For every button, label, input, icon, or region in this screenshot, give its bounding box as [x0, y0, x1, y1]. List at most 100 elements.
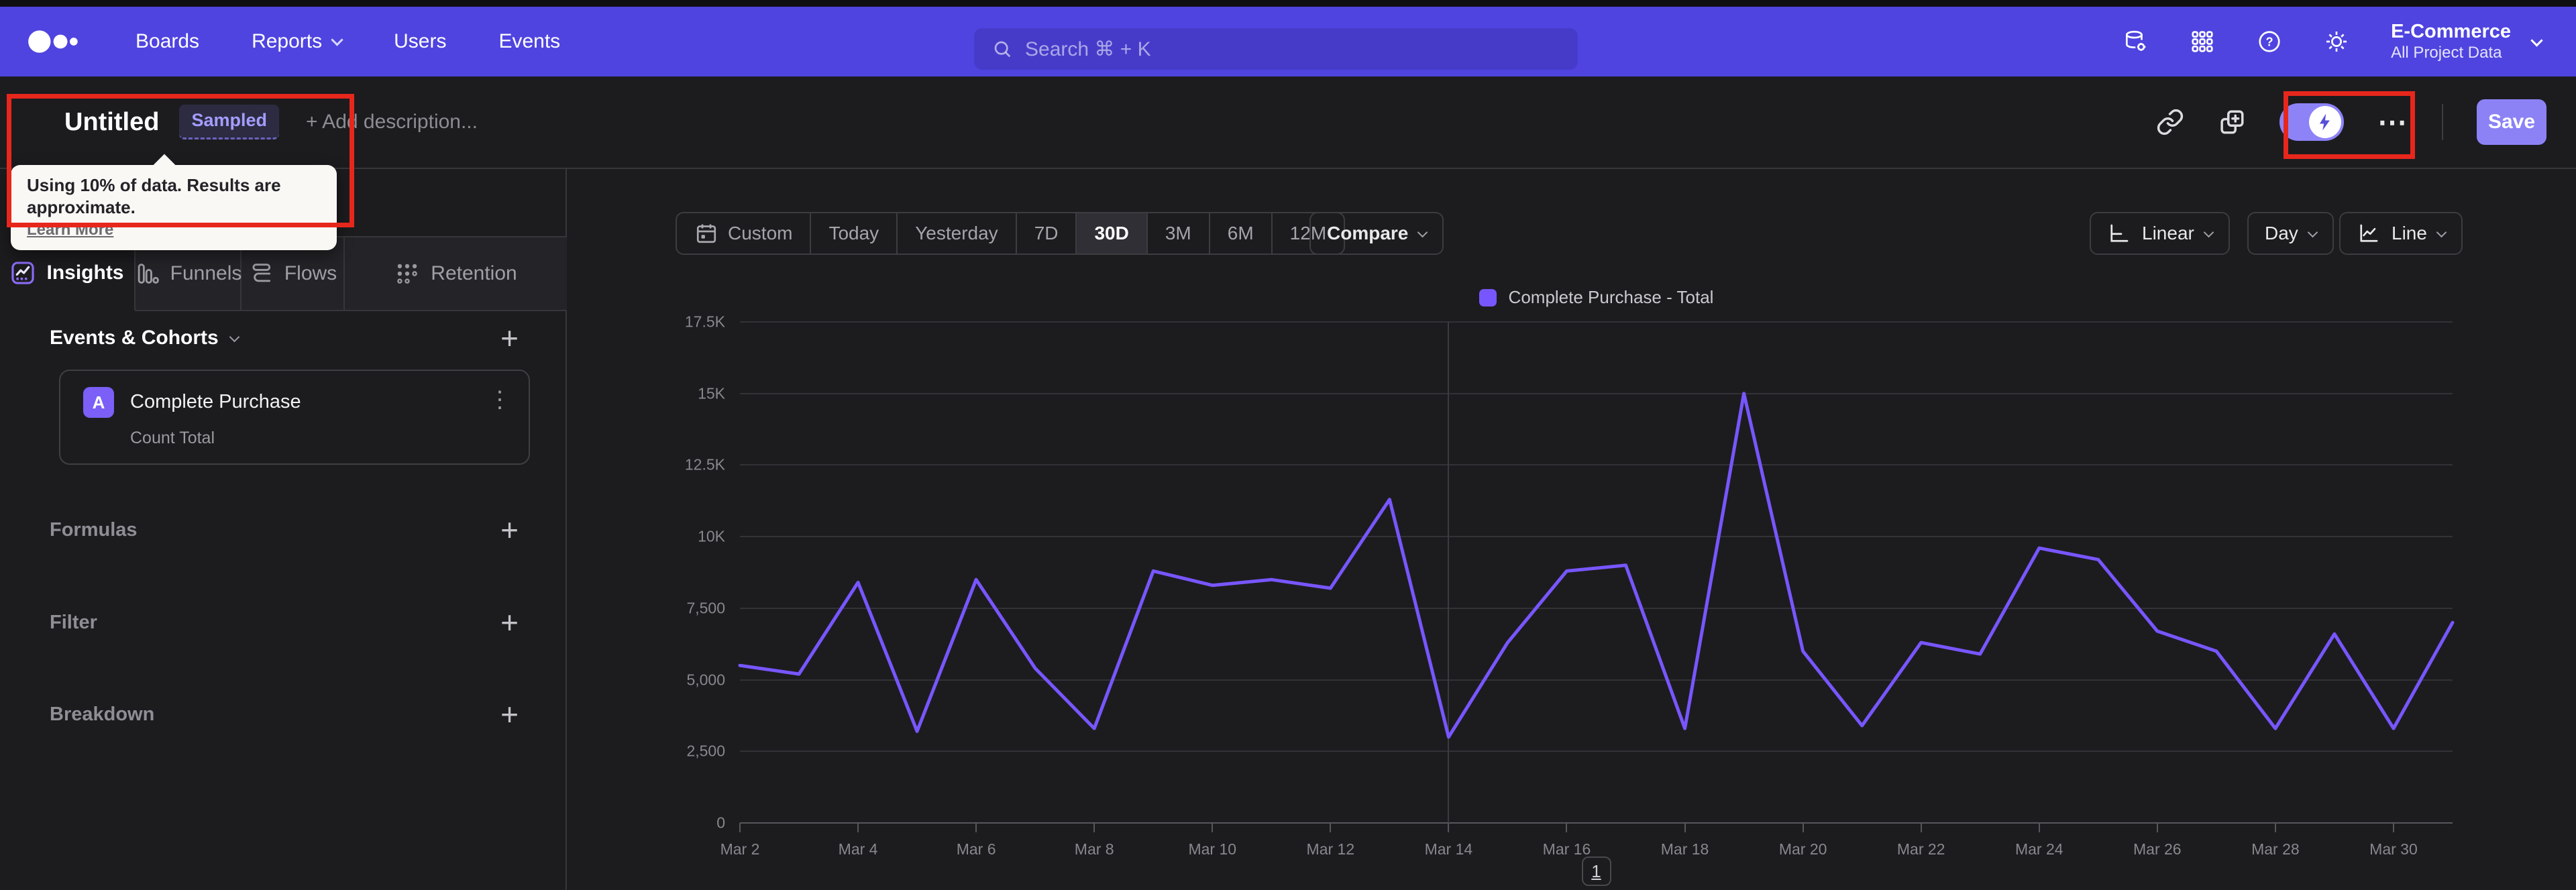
settings-gear-icon[interactable] [2324, 29, 2349, 54]
y-tick-label: 5,000 [686, 671, 725, 689]
sampling-toggle[interactable] [2279, 103, 2344, 141]
x-tick [1212, 823, 1214, 832]
range-6m[interactable]: 6M [1208, 213, 1271, 254]
events-cohorts-title[interactable]: Events & Cohorts [50, 327, 239, 349]
tab-retention[interactable]: Retention [345, 236, 567, 311]
search-input[interactable]: Search ⌘ + K [974, 28, 1578, 70]
toolbar-divider [2442, 104, 2443, 140]
formulas-label: Formulas [50, 518, 138, 541]
x-tick [1330, 823, 1332, 832]
save-button[interactable]: Save [2477, 99, 2546, 145]
svg-text:?: ? [2266, 36, 2273, 49]
primary-nav: Boards Reports Users Events [136, 30, 560, 53]
add-breakdown-button[interactable]: + [500, 699, 519, 730]
nav-item-events[interactable]: Events [498, 30, 560, 53]
line-chart-icon [2357, 221, 2381, 245]
logo-dots-icon [28, 30, 78, 53]
chevron-down-icon [2530, 34, 2543, 47]
more-options-button[interactable]: ⋯ [2377, 105, 2408, 140]
date-range-control: Custom Today Yesterday 7D 30D 3M 6M 12M [676, 212, 1346, 255]
y-tick-label: 0 [716, 814, 725, 832]
compare-label: Compare [1327, 223, 1409, 243]
nav-item-users[interactable]: Users [394, 30, 446, 53]
tab-label: Funnels [170, 262, 242, 284]
project-block: E-Commerce All Project Data [2391, 20, 2511, 63]
add-description-button[interactable]: + Add description... [306, 111, 478, 133]
report-title[interactable]: Untitled [64, 108, 159, 137]
filter-section: Filter + [50, 606, 519, 638]
pagination-page-1[interactable]: 1 [1581, 856, 1611, 886]
x-tick [739, 823, 741, 832]
x-tick [1802, 823, 1804, 832]
range-30d[interactable]: 30D [1075, 213, 1146, 254]
interval-dropdown[interactable]: Day [2247, 212, 2334, 255]
chart-type-dropdown[interactable]: Line [2339, 212, 2463, 255]
chart-panel: Custom Today Yesterday 7D 30D 3M 6M 12M … [567, 169, 2576, 890]
y-tick-label: 10K [698, 527, 725, 545]
x-tick [2038, 823, 2040, 832]
x-tick [975, 823, 977, 832]
mixpanel-logo[interactable] [25, 27, 93, 56]
legend-label: Complete Purchase - Total [1508, 287, 1714, 307]
sampled-badge[interactable]: Sampled [179, 105, 279, 140]
x-tick [1093, 823, 1095, 832]
nav-item-boards[interactable]: Boards [136, 30, 199, 53]
x-tick-label: Mar 14 [1424, 840, 1473, 858]
range-today[interactable]: Today [810, 213, 896, 254]
event-card[interactable]: A Complete Purchase ⋮ Count Total [59, 370, 530, 465]
filter-label: Filter [50, 611, 97, 633]
retention-dots-icon [394, 261, 420, 286]
chevron-down-icon [1417, 227, 1428, 237]
series-line[interactable] [738, 322, 2455, 823]
data-management-icon[interactable] [2123, 29, 2148, 54]
x-tick-label: Mar 2 [720, 840, 760, 858]
event-kebab-menu[interactable]: ⋮ [488, 388, 511, 411]
line-chart[interactable]: 1 0 2,500 5,000 7,500 10K 12.5K 15K 17.5K Mar 2 M… [685, 313, 2455, 886]
range-3m[interactable]: 3M [1146, 213, 1209, 254]
range-label: 3M [1165, 223, 1191, 243]
x-tick-label: Mar 30 [2369, 840, 2418, 858]
event-name[interactable]: Complete Purchase [130, 391, 301, 413]
x-tick [2274, 823, 2276, 832]
add-formula-button[interactable]: + [500, 514, 519, 545]
help-icon[interactable]: ? [2257, 29, 2282, 54]
scale-dropdown[interactable]: Linear [2090, 212, 2230, 255]
event-metric[interactable]: Count Total [130, 429, 215, 448]
range-custom[interactable]: Custom [677, 213, 810, 254]
nav-item-reports[interactable]: Reports [252, 30, 343, 53]
funnels-bars-icon [134, 261, 160, 286]
range-yesterday[interactable]: Yesterday [896, 213, 1016, 254]
compare-button[interactable]: Compare [1309, 212, 1444, 255]
top-nav: Boards Reports Users Events Search ⌘ + K… [0, 7, 2576, 76]
formulas-section: Formulas + [50, 514, 519, 546]
chevron-down-icon [2307, 227, 2318, 237]
add-filter-button[interactable]: + [500, 607, 519, 638]
add-to-board-icon[interactable] [2218, 108, 2246, 136]
x-tick-label: Mar 16 [1542, 840, 1591, 858]
x-tick [1684, 823, 1686, 832]
learn-more-link[interactable]: Learn More [27, 221, 113, 239]
query-builder-sidebar: Insights Funnels Flows Retention Events … [0, 169, 567, 890]
legend-swatch [1479, 288, 1497, 307]
nav-item-label: Reports [252, 30, 323, 52]
sampling-tooltip: Using 10% of data. Results are approxima… [11, 165, 337, 250]
chart-type-label: Line [2392, 223, 2427, 243]
event-letter-badge: A [83, 387, 114, 418]
copy-link-icon[interactable] [2156, 108, 2184, 136]
section-title: Events & Cohorts [50, 327, 219, 349]
x-tick [2156, 823, 2158, 832]
chart-legend[interactable]: Complete Purchase - Total [740, 287, 2453, 308]
nav-item-label: Events [498, 30, 561, 52]
tab-label: Flows [284, 262, 337, 284]
x-tick [2392, 823, 2394, 832]
x-tick-label: Mar 24 [2015, 840, 2063, 858]
range-label: 30D [1094, 223, 1129, 243]
y-tick-label: 12.5K [684, 455, 725, 474]
project-switcher[interactable]: E-Commerce All Project Data [2391, 20, 2543, 63]
range-7d[interactable]: 7D [1015, 213, 1076, 254]
add-event-button[interactable]: + [500, 323, 519, 353]
x-tick-label: Mar 20 [1778, 840, 1827, 858]
range-label: Today [828, 223, 879, 243]
range-label: 6M [1227, 223, 1254, 243]
apps-grid-icon[interactable] [2190, 29, 2215, 54]
